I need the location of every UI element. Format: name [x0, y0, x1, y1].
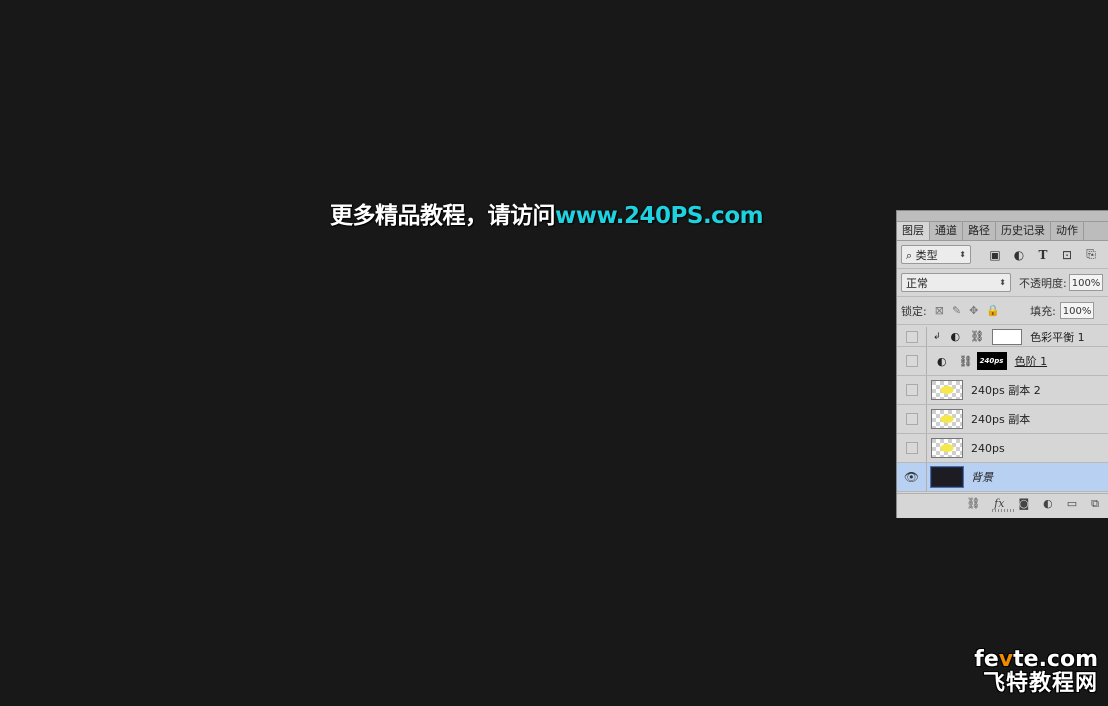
blend-row: 正常 ⬍ 不透明度: 100%: [897, 269, 1108, 297]
adjustment-filter-icon[interactable]: ◐: [1011, 247, 1027, 263]
lock-brush-icon[interactable]: ✎: [952, 304, 961, 317]
text-filter-icon[interactable]: T: [1035, 247, 1051, 263]
mask-icon[interactable]: ◙: [1018, 497, 1029, 510]
headline-chinese: 更多精品教程，请访问: [330, 203, 556, 229]
layer-thumbnail[interactable]: [931, 380, 963, 400]
hidden-box: [905, 384, 918, 396]
filter-type-select[interactable]: ⌕ 类型 ⬍: [901, 245, 971, 264]
visibility-toggle[interactable]: [897, 327, 927, 346]
layer-row-selected[interactable]: 👁 背景: [897, 463, 1108, 492]
blend-mode-select[interactable]: 正常 ⬍: [901, 273, 1011, 292]
image-filter-icon[interactable]: ▣: [987, 247, 1003, 263]
layer-row[interactable]: 240ps 副本 2: [897, 376, 1108, 405]
search-icon: ⌕: [906, 248, 913, 262]
visibility-toggle[interactable]: [897, 376, 927, 404]
layer-thumbnail[interactable]: [931, 438, 963, 458]
hidden-box: [905, 413, 918, 425]
visibility-toggle[interactable]: [897, 405, 927, 433]
layer-name: 240ps: [971, 441, 1005, 455]
tab-actions[interactable]: 动作: [1051, 222, 1084, 240]
visibility-toggle[interactable]: [897, 347, 927, 375]
adjustment-layer-icon: ◐: [950, 330, 961, 343]
lock-all-icon[interactable]: 🔒: [986, 304, 1000, 317]
blend-mode-value: 正常: [906, 276, 928, 290]
layer-name: 色阶 1: [1014, 355, 1048, 368]
hidden-box: [905, 330, 918, 343]
updown-arrow-icon: ⬍: [999, 278, 1006, 287]
folder-icon[interactable]: ▭: [1067, 497, 1077, 510]
watermark-url-part2: te.com: [1013, 647, 1098, 672]
tab-history[interactable]: 历史记录: [996, 222, 1051, 240]
filter-row: ⌕ 类型 ⬍ ▣ ◐ T ⊡ ⎘: [897, 241, 1108, 269]
watermark: fevte.com 飞特教程网: [928, 648, 1098, 696]
watermark-url-accent: v: [998, 647, 1014, 672]
tab-paths[interactable]: 路径: [963, 222, 996, 240]
chain-link-icon[interactable]: ⛓: [959, 355, 973, 368]
watermark-site-name: 飞特教程网: [982, 671, 1098, 696]
panel-bottom-bar: ⛓ fx ◙ ◐ ▭ ⧉: [897, 493, 1108, 513]
lock-move-icon[interactable]: ✥: [969, 304, 978, 317]
layer-name: 240ps 副本 2: [971, 384, 1041, 397]
fill-label: 填充:: [1030, 304, 1056, 318]
eye-icon: 👁: [903, 470, 920, 484]
layer-row[interactable]: 240ps: [897, 434, 1108, 463]
visibility-toggle[interactable]: 👁: [897, 463, 927, 491]
canvas-headline: 更多精品教程，请访问www.240PS.com: [330, 196, 790, 230]
layer-thumbnail[interactable]: [930, 466, 964, 488]
link-icon[interactable]: ⛓: [966, 497, 980, 510]
layer-row[interactable]: ↲ ◐ ⛓ 色彩平衡 1: [897, 327, 1108, 347]
new-layer-icon[interactable]: ⧉: [1091, 497, 1099, 511]
layer-thumbnail[interactable]: [931, 409, 963, 429]
shape-filter-icon[interactable]: ⊡: [1059, 247, 1075, 263]
panel-title-bar[interactable]: [897, 211, 1108, 222]
panel-tabs: 图层 通道 路径 历史记录 动作: [897, 222, 1108, 241]
chain-link-icon[interactable]: ⛓: [970, 330, 984, 343]
resize-grip[interactable]: [992, 509, 1014, 512]
lock-row: 锁定: ⊠ ✎ ✥ 🔒 填充: 100%: [897, 297, 1108, 325]
mask-text: 240ps: [979, 357, 1004, 365]
opacity-label: 不透明度:: [1019, 276, 1067, 290]
layers-panel: 图层 通道 路径 历史记录 动作 ⌕ 类型 ⬍ ▣ ◐ T ⊡ ⎘ 正常 ⬍ 不…: [896, 210, 1108, 518]
layer-name: 色彩平衡 1: [1030, 330, 1085, 344]
layer-row[interactable]: 240ps 副本: [897, 405, 1108, 434]
visibility-toggle[interactable]: [897, 434, 927, 462]
layer-mask-thumbnail[interactable]: 240ps: [976, 352, 1007, 370]
clip-arrow-icon: ↲: [933, 331, 941, 342]
layer-name: 240ps 副本: [971, 413, 1031, 426]
hidden-box: [905, 355, 918, 367]
fill-field[interactable]: 100%: [1059, 302, 1094, 319]
layers-list: ↲ ◐ ⛓ 色彩平衡 1 ◐ ⛓ 240ps 色阶 1 240ps 副本 2 2…: [897, 327, 1108, 503]
tab-channels[interactable]: 通道: [930, 222, 963, 240]
watermark-url: fevte.com: [928, 648, 1098, 672]
watermark-url-part1: fe: [974, 647, 999, 672]
layer-mask-thumbnail[interactable]: [992, 328, 1023, 345]
opacity-field[interactable]: 100%: [1068, 274, 1103, 291]
adjustment-icon[interactable]: ◐: [1043, 497, 1053, 510]
layer-name: 背景: [971, 471, 993, 484]
lock-label: 锁定:: [901, 304, 927, 318]
hidden-box: [905, 442, 918, 454]
lock-transparent-icon[interactable]: ⊠: [935, 304, 944, 317]
updown-arrow-icon: ⬍: [959, 250, 966, 259]
adjustment-layer-icon: ◐: [937, 354, 947, 368]
layer-row[interactable]: ◐ ⛓ 240ps 色阶 1: [897, 347, 1108, 376]
headline-url: www.240PS.com: [555, 203, 764, 229]
tab-layers[interactable]: 图层: [897, 222, 930, 240]
filter-type-label: 类型: [915, 248, 938, 262]
smart-object-filter-icon[interactable]: ⎘: [1083, 247, 1099, 263]
